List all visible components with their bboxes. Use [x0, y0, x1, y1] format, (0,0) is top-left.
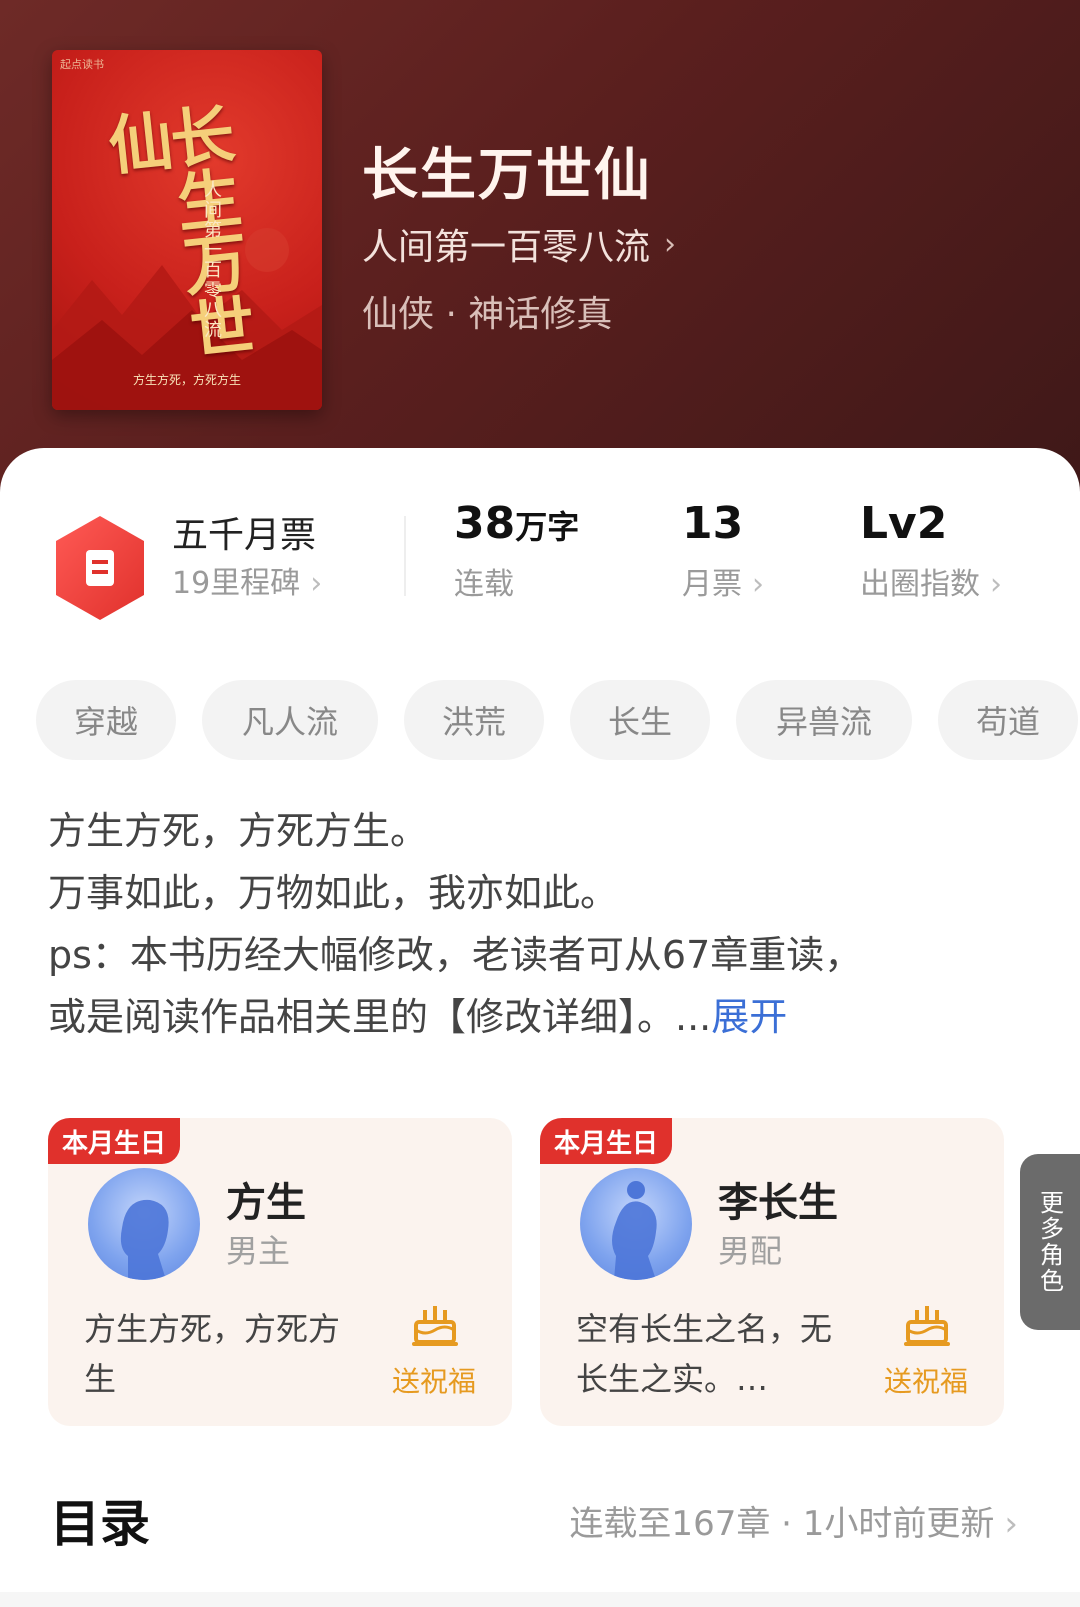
- character-name: 李长生: [718, 1180, 838, 1226]
- ticket-milestone-sub: 19里程碑: [172, 566, 301, 601]
- ticket-milestone-title[interactable]: 五千月票: [172, 506, 316, 558]
- book-header: 起点读书 长生万世仙 人间第一百零八流 方生方死，方死方生 长生万世仙 人间第一…: [0, 0, 1080, 520]
- monthly-ticket-badge-icon[interactable]: [52, 514, 148, 622]
- birthday-badge: 本月生日: [48, 1118, 181, 1164]
- catalog-title: 目录: [50, 1495, 150, 1553]
- catalog-update-info: 连载至167章 · 1小时前更新: [569, 1504, 995, 1544]
- description-line: ps：本书历经大幅修改，老读者可从67章重读，: [48, 933, 863, 977]
- more-roles-button[interactable]: 更多角色: [1020, 1154, 1080, 1330]
- expand-link[interactable]: 展开: [711, 995, 787, 1039]
- word-count-unit: 万字: [515, 508, 580, 546]
- tag-chip[interactable]: 洪荒: [404, 680, 544, 760]
- cover-subtitle: 人间第一百零八流: [201, 180, 222, 340]
- book-genre: 仙侠 · 神话修真: [362, 294, 613, 335]
- tag-chip[interactable]: 苟道: [938, 680, 1078, 760]
- character-card[interactable]: 本月生日 李长生 男配 空有长生之名，无长生之实。… 送祝福: [540, 1118, 1004, 1426]
- birthday-cake-icon[interactable]: [410, 1298, 460, 1348]
- tag-chip[interactable]: 凡人流: [202, 680, 378, 760]
- character-role: 男配: [718, 1232, 783, 1270]
- book-description: 方生方死，方死方生。 万事如此，万物如此，我亦如此。 ps：本书历经大幅修改，老…: [48, 800, 1048, 1048]
- catalog-info: 连载至167章 · 1小时前更新 ›: [569, 1496, 1018, 1545]
- avatar-silhouette-icon: [120, 1199, 169, 1280]
- character-role: 男主: [226, 1232, 291, 1270]
- chevron-right-icon: ›: [990, 567, 1002, 602]
- send-wish-button[interactable]: 送祝福: [884, 1360, 968, 1400]
- ticket-milestone-link[interactable]: 19里程碑 ›: [172, 558, 322, 602]
- description-line: 或是阅读作品相关里的【修改详细】。...展开: [48, 986, 1048, 1048]
- author-name: 人间第一百零八流: [362, 227, 651, 268]
- character-quote: 方生方死，方死方生: [84, 1310, 341, 1398]
- word-count-label: 连载: [454, 567, 514, 602]
- bottom-divider: [0, 1592, 1080, 1607]
- popularity-index-label: 出圈指数: [860, 567, 980, 602]
- popularity-index-value: Lv2: [860, 498, 948, 549]
- character-avatar: [88, 1168, 200, 1280]
- tag-chip[interactable]: 长生: [570, 680, 710, 760]
- send-wish-button[interactable]: 送祝福: [392, 1360, 476, 1400]
- monthly-ticket-stat[interactable]: 13 月票 ›: [682, 498, 764, 603]
- description-line: 万事如此，万物如此，我亦如此。: [48, 871, 619, 915]
- cover-brand: 起点读书: [60, 58, 104, 71]
- avatar-silhouette-icon: [612, 1181, 657, 1280]
- character-name: 方生: [226, 1180, 306, 1226]
- description-line-text: 或是阅读作品相关里的【修改详细】。...: [48, 995, 712, 1039]
- character-list: 本月生日 方生 男主 方生方死，方死方生 送祝福 本月生日 李长生 男配 空有长…: [48, 1118, 1080, 1438]
- stats-divider: [404, 516, 406, 596]
- author-link[interactable]: 人间第一百零八流 ›: [362, 218, 676, 270]
- tag-chip[interactable]: 异兽流: [736, 680, 912, 760]
- birthday-cake-icon[interactable]: [902, 1298, 952, 1348]
- character-card[interactable]: 本月生日 方生 男主 方生方死，方死方生 送祝福: [48, 1118, 512, 1426]
- book-title: 长生万世仙: [362, 142, 652, 208]
- book-detail-card: 五千月票 19里程碑 › 38万字 连载 13 月票 › Lv2 出圈指数 › 穿越 …: [0, 448, 1080, 1607]
- chevron-right-icon: ›: [752, 567, 764, 602]
- chevron-right-icon: ›: [664, 226, 677, 262]
- monthly-ticket-value: 13: [682, 498, 744, 549]
- tag-chip[interactable]: 穿越: [36, 680, 176, 760]
- popularity-index-stat[interactable]: Lv2 出圈指数 ›: [860, 498, 1002, 603]
- monthly-ticket-label: 月票: [682, 567, 742, 602]
- birthday-badge: 本月生日: [540, 1118, 673, 1164]
- word-count-stat: 38万字 连载: [454, 498, 579, 603]
- cover-slogan: 方生方死，方死方生: [132, 373, 241, 387]
- word-count-value: 38: [454, 498, 516, 549]
- description-line: 方生方死，方死方生。: [48, 809, 429, 853]
- tag-list: 穿越 凡人流 洪荒 长生 异兽流 苟道: [36, 680, 1080, 760]
- character-quote: 空有长生之名，无长生之实。…: [576, 1310, 833, 1398]
- catalog-row[interactable]: 目录 连载至167章 · 1小时前更新 ›: [0, 1436, 1080, 1553]
- character-avatar: [580, 1168, 692, 1280]
- chevron-right-icon: ›: [1004, 1504, 1018, 1544]
- chevron-right-icon: ›: [310, 566, 323, 601]
- book-cover[interactable]: 起点读书 长生万世仙 人间第一百零八流 方生方死，方死方生: [52, 50, 322, 410]
